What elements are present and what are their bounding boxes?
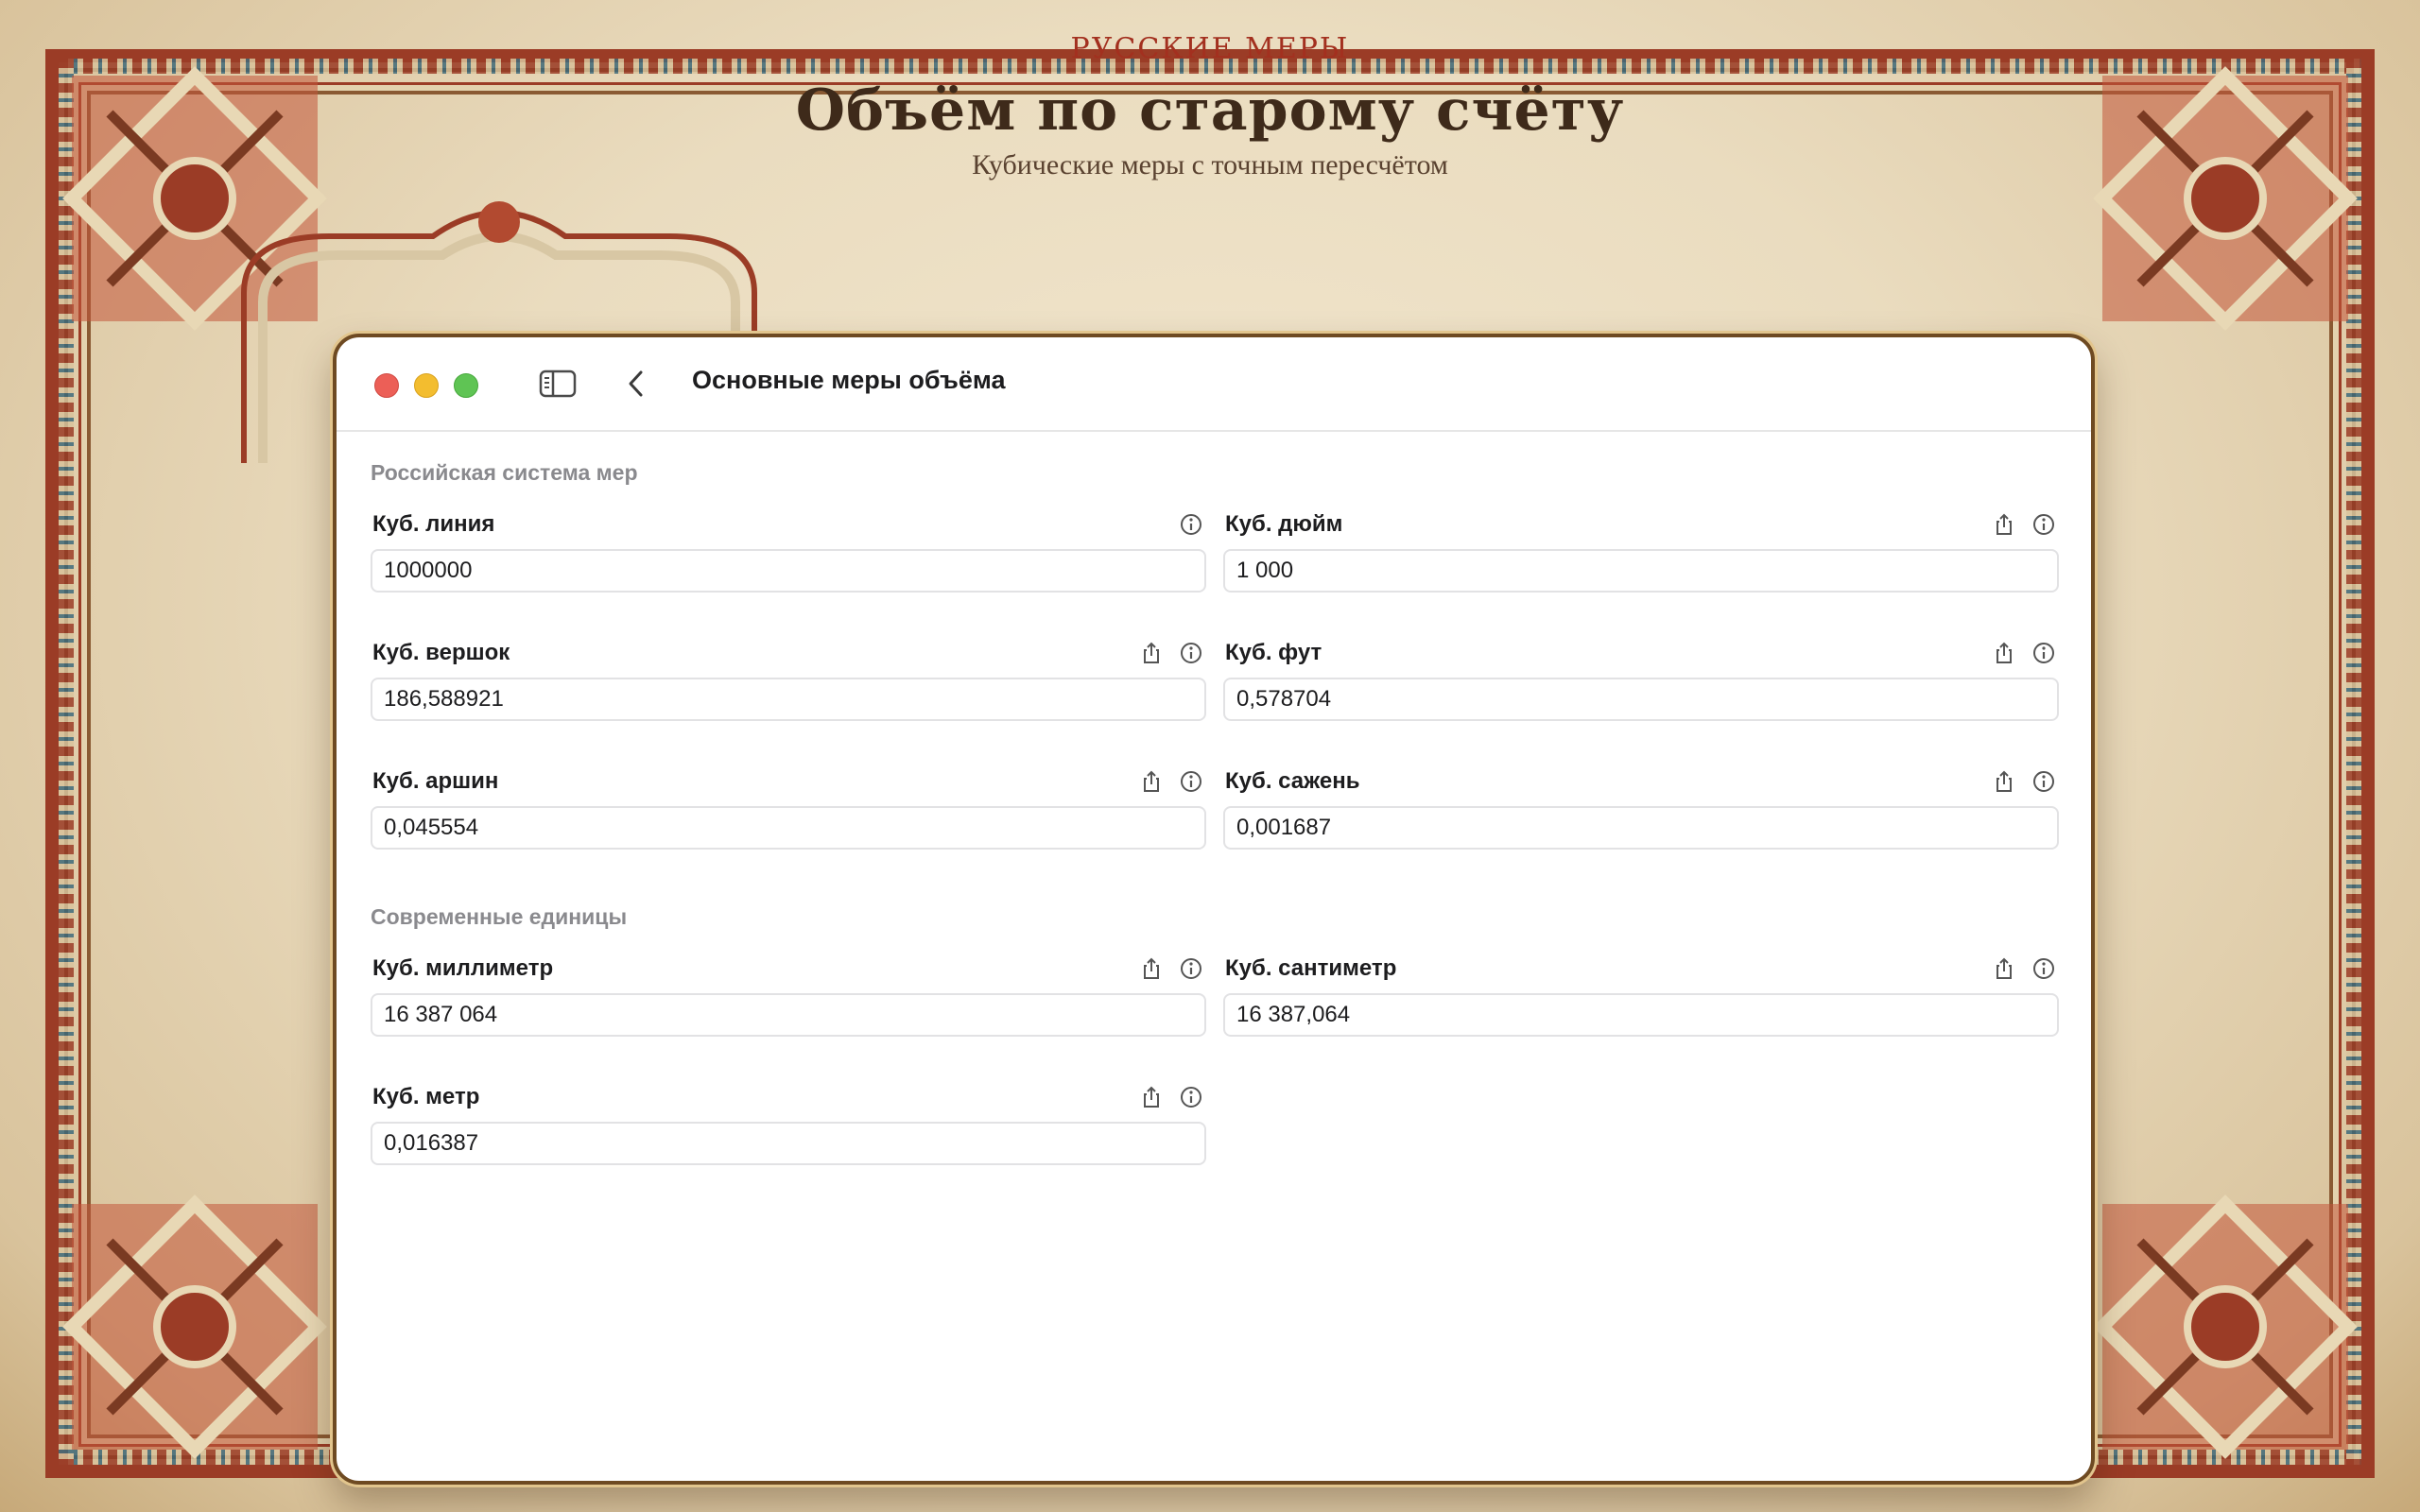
page-subtitle: Кубические меры с точным пересчётом [972,149,1448,180]
info-icon[interactable] [2031,640,2057,666]
share-icon[interactable] [1991,768,2017,795]
share-icon[interactable] [1138,640,1165,666]
field-label: Куб. аршин [372,768,499,794]
cubic-inch-input[interactable] [1223,549,2059,593]
cubic-arshin-input[interactable] [371,806,1206,850]
brand-label: Русские меры [1070,32,1350,65]
cubic-vershok-input[interactable] [371,678,1206,721]
zoom-window-button[interactable] [454,373,478,398]
field-label: Куб. сантиметр [1225,955,1397,981]
info-icon[interactable] [1178,955,1204,982]
field-label: Куб. миллиметр [372,955,554,981]
info-icon[interactable] [1178,640,1204,666]
info-icon[interactable] [2031,955,2057,982]
field-cubic-centimeter: Куб. сантиметр [1223,955,2059,1050]
cubic-meter-input[interactable] [371,1122,1206,1165]
info-icon[interactable] [1178,511,1204,538]
share-icon[interactable] [1991,511,2017,538]
share-icon[interactable] [1138,1084,1165,1110]
field-cubic-arshin: Куб. аршин [371,768,1206,863]
field-cubic-meter: Куб. метр [371,1084,1206,1178]
info-icon[interactable] [2031,768,2057,795]
field-cubic-line: Куб. линия [371,511,1206,606]
cubic-millimeter-input[interactable] [371,993,1206,1037]
cubic-line-input[interactable] [371,549,1206,593]
info-icon[interactable] [1178,768,1204,795]
field-cubic-foot: Куб. фут [1223,640,2059,734]
cubic-sazhen-input[interactable] [1223,806,2059,850]
share-icon[interactable] [1991,640,2017,666]
share-icon[interactable] [1991,955,2017,982]
field-cubic-millimeter: Куб. миллиметр [371,955,1206,1050]
ornament-corner-bottom-left [53,1185,337,1469]
share-icon[interactable] [1138,768,1165,795]
window-titlebar: Основные меры объёма [337,337,2091,432]
cubic-centimeter-input[interactable] [1223,993,2059,1037]
minimize-window-button[interactable] [414,373,439,398]
field-label: Куб. дюйм [1225,511,1343,537]
sidebar-toggle-icon[interactable] [539,369,577,398]
share-icon[interactable] [1138,955,1165,982]
field-label: Куб. сажень [1225,768,1360,794]
field-label: Куб. фут [1225,640,1322,665]
field-cubic-vershok: Куб. вершок [371,640,1206,734]
cubic-foot-input[interactable] [1223,678,2059,721]
close-window-button[interactable] [374,373,399,398]
section-title-modern: Современные единицы [371,904,628,929]
app-window: Основные меры объёма Российская система … [333,334,2095,1485]
info-icon[interactable] [1178,1084,1204,1110]
field-cubic-inch: Куб. дюйм [1223,511,2059,606]
page-title: Объём по старому счёту [795,77,1625,144]
chevron-left-icon[interactable] [622,368,650,400]
info-icon[interactable] [2031,511,2057,538]
window-title: Основные меры объёма [692,366,1006,394]
section-title-russian: Российская система мер [371,460,638,485]
field-label: Куб. линия [372,511,495,537]
ornament-corner-bottom-right [2083,1185,2367,1469]
field-cubic-sazhen: Куб. сажень [1223,768,2059,863]
field-label: Куб. вершок [372,640,510,665]
field-label: Куб. метр [372,1084,480,1109]
